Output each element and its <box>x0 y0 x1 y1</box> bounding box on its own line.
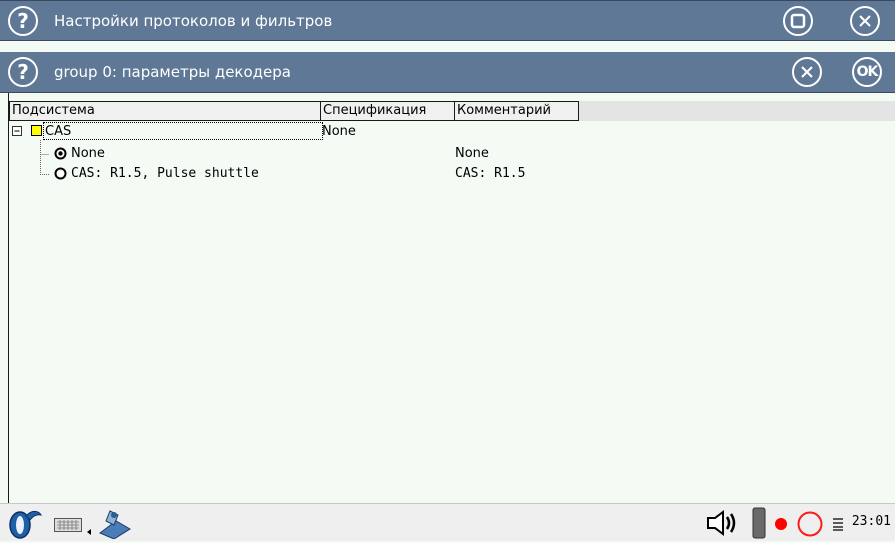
decoder-tree-table: Подсистема Спецификация Комментарий CAS … <box>8 93 895 503</box>
taskbar: 23:01 <box>0 503 895 541</box>
ok-button[interactable]: OK <box>852 57 882 87</box>
option-comment: CAS: R1.5 <box>455 166 526 181</box>
keyboard-menu-arrow-icon[interactable] <box>86 521 94 540</box>
dialog-titlebar: ? group 0: параметры декодера OK <box>0 52 895 93</box>
close-icon <box>859 15 871 27</box>
column-header-spec[interactable]: Спецификация <box>320 101 456 121</box>
minimize-button[interactable] <box>783 6 813 36</box>
option-label: CAS: R1.5, Pulse shuttle <box>71 166 259 181</box>
window-titlebar: ? Настройки протоколов и фильтров <box>0 0 895 41</box>
column-header-comment[interactable]: Комментарий <box>454 101 579 121</box>
option-label: None <box>71 146 105 161</box>
group-label: CAS <box>43 122 323 140</box>
dialog-help-icon[interactable]: ? <box>8 57 38 87</box>
keyboard-icon[interactable] <box>54 517 82 536</box>
menu-lines-icon[interactable] <box>832 516 844 535</box>
close-window-button[interactable] <box>850 6 880 36</box>
square-icon <box>790 13 806 29</box>
stop-circle-icon[interactable] <box>796 510 824 542</box>
column-header-subsystem[interactable]: Подсистема <box>9 101 321 121</box>
speaker-icon[interactable] <box>705 509 739 541</box>
radio-unselected-icon[interactable] <box>54 167 67 180</box>
ok-label: OK <box>856 64 879 80</box>
group-color-icon <box>31 125 42 136</box>
group-spec: None <box>322 124 356 139</box>
network-icon[interactable] <box>96 507 132 543</box>
tree-option-row[interactable]: CAS: R1.5, Pulse shuttle CAS: R1.5 <box>9 164 895 183</box>
tree-group-row[interactable]: CAS None <box>9 122 895 141</box>
collapse-icon[interactable] <box>12 126 23 137</box>
record-status-icon <box>774 516 788 535</box>
clock: 23:01 <box>851 514 891 529</box>
help-icon[interactable]: ? <box>8 6 38 36</box>
radio-selected-icon[interactable] <box>54 147 67 160</box>
close-icon <box>801 66 813 78</box>
group-label-text: CAS <box>45 124 72 139</box>
tree-option-row[interactable]: None None <box>9 144 895 163</box>
start-menu-button[interactable] <box>6 507 46 543</box>
cancel-button[interactable] <box>792 57 822 87</box>
titlebar-gap <box>0 41 895 52</box>
option-comment: None <box>455 146 489 161</box>
battery-icon <box>752 507 766 543</box>
dialog-title: group 0: параметры декодера <box>54 63 291 81</box>
start-logo-icon <box>9 510 42 539</box>
table-header: Подсистема Спецификация Комментарий <box>9 101 895 121</box>
window-title: Настройки протоколов и фильтров <box>54 12 333 30</box>
